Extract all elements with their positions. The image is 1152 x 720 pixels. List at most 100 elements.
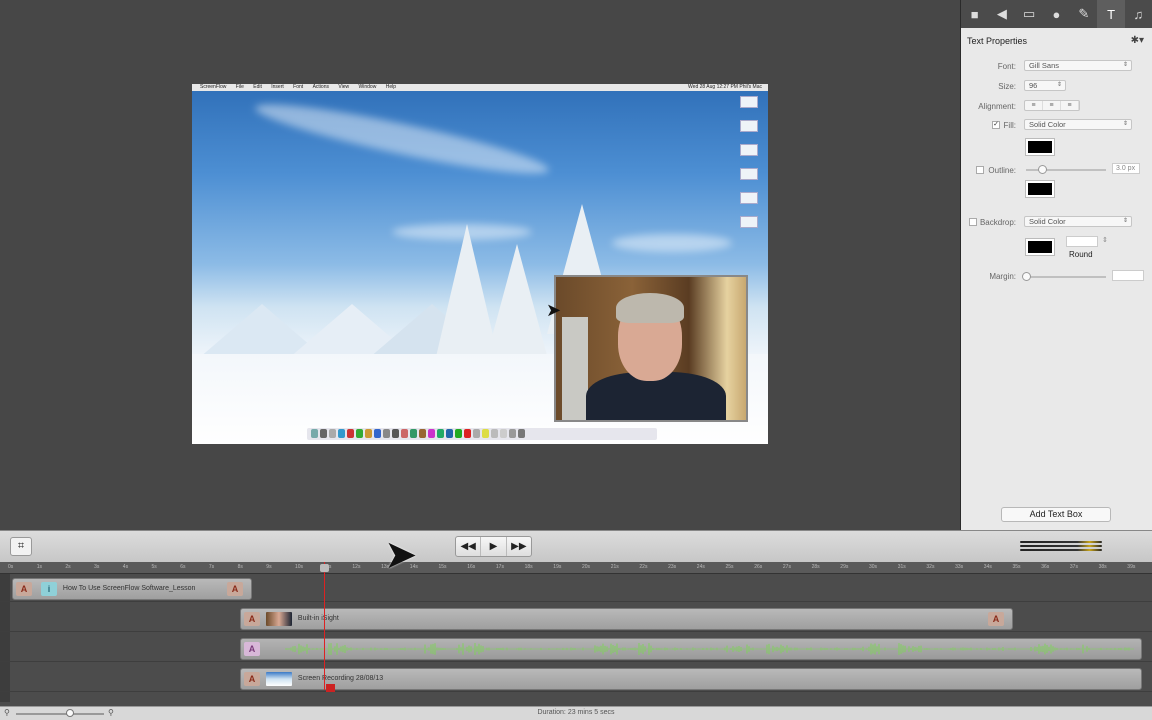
- screen-recording-clip[interactable]: A Screen Recording 28/08/13: [240, 668, 1142, 690]
- recorded-menu-item: Help: [385, 84, 396, 90]
- play-button[interactable]: ▶: [481, 537, 507, 556]
- ruler-tick-label: 3s: [94, 564, 100, 570]
- recorded-menu-item: View: [338, 84, 350, 90]
- backdrop-select[interactable]: Solid Color: [1024, 216, 1132, 227]
- transport-bar: ⌗ ◀◀ ▶ ▶▶: [0, 530, 1152, 562]
- recorded-menu-item: File: [235, 84, 244, 90]
- video-camera-icon[interactable]: ■: [961, 0, 988, 28]
- media-library-icon[interactable]: ♫: [1125, 0, 1152, 28]
- recorded-menu-item: Actions: [312, 84, 329, 90]
- text-icon[interactable]: T: [1097, 0, 1125, 28]
- ruler-tick-label: 8s: [237, 564, 243, 570]
- fill-color-swatch[interactable]: [1025, 138, 1055, 156]
- ruler-tick-label: 38s: [1098, 564, 1107, 570]
- dock-app-icon: [464, 429, 471, 438]
- recorded-status-text: Wed 28 Aug 12:27 PM Phil's Mac: [688, 84, 762, 90]
- fast-forward-button[interactable]: ▶▶: [507, 537, 531, 556]
- screen-icon[interactable]: ▭: [1016, 0, 1043, 28]
- playhead-marker[interactable]: [326, 684, 335, 692]
- timeline[interactable]: 0s1s2s3s4s5s6s7s8s9s10s11s12s13s14s15s16…: [0, 562, 1152, 706]
- align-right-button[interactable]: ≡: [1061, 101, 1079, 110]
- text-clip[interactable]: A i How To Use ScreenFlow Software_Lesso…: [12, 578, 252, 600]
- isight-clip-label: Built-in iSight: [297, 615, 339, 622]
- video-preview[interactable]: ScreenFlow File Edit Insert Font Actions…: [192, 84, 768, 444]
- ruler-tick-label: 0s: [8, 564, 14, 570]
- audio-clip[interactable]: A: [240, 638, 1142, 660]
- crop-icon[interactable]: ⌗: [10, 537, 32, 556]
- dock-app-icon: [329, 429, 336, 438]
- backdrop-color-swatch[interactable]: [1025, 238, 1055, 256]
- align-left-button[interactable]: ≡: [1025, 101, 1043, 110]
- ruler-tick-label: 4s: [122, 564, 129, 570]
- gear-icon[interactable]: ✱▾: [1131, 35, 1144, 46]
- webcam-fridge: [562, 317, 588, 420]
- ruler-tick-label: 28s: [811, 564, 820, 570]
- ruler-tick-label: 2s: [65, 564, 71, 570]
- recorded-mac-menubar: ScreenFlow File Edit Insert Font Actions…: [192, 84, 768, 91]
- alignment-label: Alignment:: [978, 102, 1016, 111]
- dock-app-icon: [356, 429, 363, 438]
- dock-app-icon: [428, 429, 435, 438]
- info-icon: i: [40, 582, 57, 596]
- audio-waveform: [285, 643, 1134, 655]
- text-clip-label: How To Use ScreenFlow Software_Lesson: [62, 585, 196, 592]
- margin-field[interactable]: [1112, 270, 1144, 281]
- timeline-ruler[interactable]: 0s1s2s3s4s5s6s7s8s9s10s11s12s13s14s15s16…: [0, 562, 1152, 574]
- canvas-area[interactable]: ScreenFlow File Edit Insert Font Actions…: [0, 0, 960, 530]
- outline-slider-knob[interactable]: [1038, 165, 1047, 174]
- ruler-tick-label: 39s: [1127, 564, 1136, 570]
- dock-app-icon: [410, 429, 417, 438]
- dock-app-icon: [518, 429, 525, 438]
- duration-text: Duration: 23 mins 5 secs: [537, 709, 615, 716]
- dock-app-icon: [473, 429, 480, 438]
- margin-slider[interactable]: [1026, 276, 1106, 278]
- size-label: Size:: [998, 82, 1016, 91]
- speaker-icon[interactable]: ◀: [988, 0, 1015, 28]
- outline-color-swatch[interactable]: [1025, 180, 1055, 198]
- outline-width-field[interactable]: 3.0 px: [1112, 163, 1140, 174]
- ruler-tick-label: 20s: [582, 564, 591, 570]
- playback-controls: ◀◀ ▶ ▶▶: [455, 536, 532, 557]
- ruler-tick-label: 18s: [524, 564, 533, 570]
- annotation-icon[interactable]: ✎: [1070, 0, 1097, 28]
- font-select[interactable]: Gill Sans: [1024, 60, 1132, 71]
- webcam-person-hair: [616, 293, 684, 323]
- screen-clip-label: Screen Recording 28/08/13: [297, 675, 384, 682]
- round-field[interactable]: [1066, 236, 1098, 247]
- desktop-file-icon: [740, 120, 758, 132]
- isight-thumbnail: [265, 612, 292, 626]
- desktop-file-icon: [740, 96, 758, 108]
- round-stepper-icon[interactable]: ⇕: [1102, 236, 1108, 244]
- ruler-tick-label: 19s: [553, 564, 562, 570]
- dock-app-icon: [491, 429, 498, 438]
- margin-slider-knob[interactable]: [1022, 272, 1031, 281]
- ruler-tick-label: 16s: [467, 564, 476, 570]
- ruler-tick-label: 21s: [610, 564, 619, 570]
- rewind-button[interactable]: ◀◀: [456, 537, 482, 556]
- margin-label: Margin:: [989, 272, 1016, 281]
- dock-app-icon: [383, 429, 390, 438]
- align-center-button[interactable]: ≡: [1043, 101, 1061, 110]
- ruler-tick-label: 25s: [725, 564, 734, 570]
- round-label: Round: [1069, 250, 1093, 259]
- ruler-tick-label: 26s: [754, 564, 763, 570]
- clip-start-marker: A: [16, 582, 32, 596]
- ruler-tick-label: 10s: [295, 564, 304, 570]
- ruler-tick-label: 33s: [955, 564, 964, 570]
- recorded-menu-item: Font: [293, 84, 304, 90]
- clip-start-marker: A: [244, 672, 260, 686]
- ruler-tick-label: 34s: [983, 564, 992, 570]
- callout-icon[interactable]: ●: [1043, 0, 1070, 28]
- isight-clip[interactable]: A Built-in iSight A: [240, 608, 1013, 630]
- size-select[interactable]: 96: [1024, 80, 1066, 91]
- webcam-overlay[interactable]: [554, 275, 748, 422]
- ruler-tick-label: 15s: [438, 564, 447, 570]
- fill-select[interactable]: Solid Color: [1024, 119, 1132, 130]
- playhead[interactable]: [324, 562, 325, 690]
- playhead-handle[interactable]: [320, 564, 329, 572]
- dock-app-icon: [455, 429, 462, 438]
- ruler-tick-label: 30s: [869, 564, 878, 570]
- dock-app-icon: [401, 429, 408, 438]
- add-text-box-button[interactable]: Add Text Box: [1001, 507, 1111, 522]
- audio-level-meter: [1020, 541, 1102, 552]
